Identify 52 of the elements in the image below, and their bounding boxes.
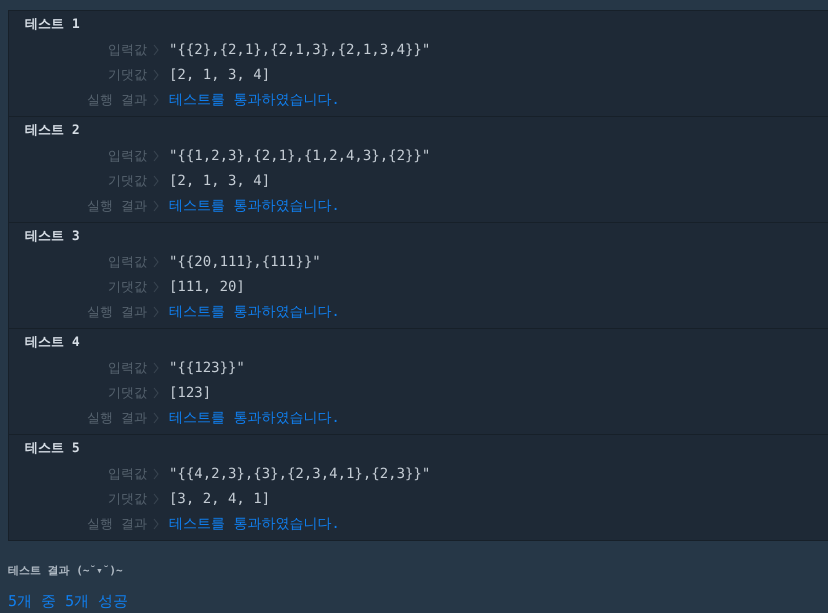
row-label: 실행 결과 xyxy=(86,304,147,320)
row-value: [111, 20] xyxy=(169,278,245,294)
result-text: 테스트를 통과하였습니다. xyxy=(169,302,340,320)
result-text: 테스트를 통과하였습니다. xyxy=(169,196,340,214)
row-label: 실행 결과 xyxy=(86,198,147,214)
chevron-icon xyxy=(153,362,159,374)
row-label: 기댓값 xyxy=(107,384,147,402)
chevron-icon xyxy=(153,412,159,424)
row-label: 실행 결과 xyxy=(86,516,147,532)
row-value: "{{20,111},{111}}" xyxy=(169,254,321,270)
row-label: 입력값 xyxy=(107,254,147,270)
row-label: 기댓값 xyxy=(107,490,147,508)
chevron-icon xyxy=(153,68,159,80)
row-value: "{{1,2,3},{2,1},{1,2,4,3},{2}}" xyxy=(169,148,430,164)
summary-result: 5개 중 5개 성공 xyxy=(8,592,130,611)
row-value: "{{123}}" xyxy=(169,360,245,376)
row-value: [3, 2, 4, 1] xyxy=(169,490,270,506)
row-label: 입력값 xyxy=(107,42,147,58)
chevron-icon xyxy=(153,386,159,398)
test-title: 테스트 3 xyxy=(24,229,81,246)
row-label: 실행 결과 xyxy=(86,410,147,426)
row-label: 기댓값 xyxy=(107,278,147,296)
chevron-icon xyxy=(153,200,159,212)
chevron-icon xyxy=(153,44,159,56)
row-label: 입력값 xyxy=(107,148,147,164)
row-value: "{{4,2,3},{3},{2,3,4,1},{2,3}}" xyxy=(169,466,430,482)
row-label: 입력값 xyxy=(107,466,147,482)
chevron-icon xyxy=(153,256,159,268)
chevron-icon xyxy=(153,150,159,162)
test-title: 테스트 1 xyxy=(24,17,81,34)
chevron-icon xyxy=(153,306,159,318)
chevron-icon xyxy=(153,280,159,292)
row-label: 기댓값 xyxy=(107,172,147,190)
chevron-icon xyxy=(153,518,159,530)
result-text: 테스트를 통과하였습니다. xyxy=(169,90,340,108)
row-label: 입력값 xyxy=(107,360,147,376)
result-text: 테스트를 통과하였습니다. xyxy=(169,408,340,426)
result-text: 테스트를 통과하였습니다. xyxy=(169,514,340,532)
test-title: 테스트 5 xyxy=(24,441,81,458)
test-title: 테스트 4 xyxy=(24,335,81,352)
chevron-icon xyxy=(153,174,159,186)
chevron-icon xyxy=(153,468,159,480)
row-label: 실행 결과 xyxy=(86,92,147,108)
row-value: [2, 1, 3, 4] xyxy=(169,66,270,82)
chevron-icon xyxy=(153,94,159,106)
test-title: 테스트 2 xyxy=(24,123,81,140)
row-value: "{{2},{2,1},{2,1,3},{2,1,3,4}}" xyxy=(169,42,430,58)
chevron-icon xyxy=(153,492,159,504)
row-value: [2, 1, 3, 4] xyxy=(169,172,270,188)
summary-heading: 테스트 결과 (~˘▾˘)~ xyxy=(8,563,124,578)
row-value: [123] xyxy=(169,384,212,400)
row-label: 기댓값 xyxy=(107,66,147,84)
